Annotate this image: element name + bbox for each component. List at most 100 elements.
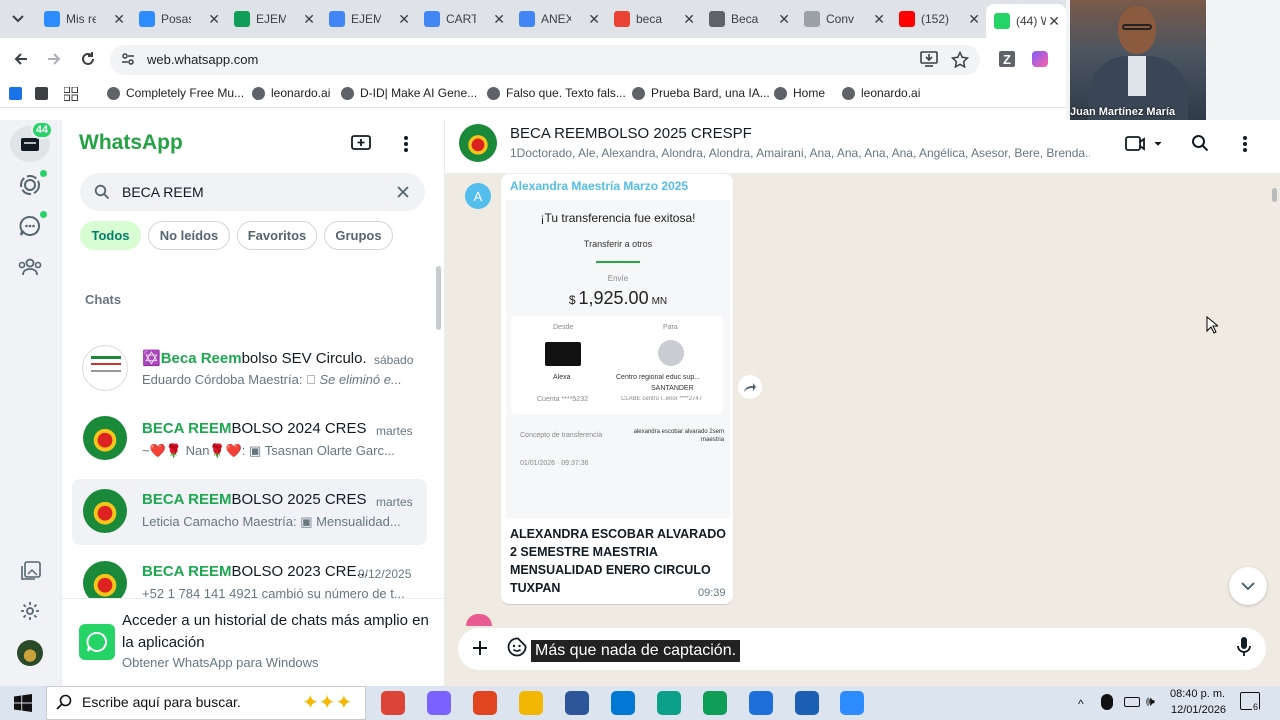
copilot-app-icon[interactable]	[427, 691, 451, 715]
sidebar-menu-button[interactable]	[400, 134, 412, 154]
close-tab-icon[interactable]: ✕	[1048, 13, 1060, 30]
preview-text: Tsasnan Olarte Garc...	[264, 443, 395, 458]
browser-tab[interactable]: Conv ✕	[796, 6, 891, 32]
channels-nav-button[interactable]	[19, 215, 41, 237]
show-hidden-icons-button[interactable]: ^	[1078, 697, 1084, 711]
doc-favicon-icon	[519, 11, 535, 27]
filter-unread[interactable]: No leídos	[148, 221, 230, 250]
close-tab-icon[interactable]: ✕	[588, 11, 600, 28]
close-tab-icon[interactable]: ✕	[113, 11, 125, 28]
url-text[interactable]: web.whatsapp.com	[147, 52, 258, 67]
browser-tab[interactable]: EJEM ✕	[226, 6, 321, 32]
bookmark-item[interactable]: leonardo.ai	[842, 86, 920, 100]
close-tab-icon[interactable]: ✕	[873, 11, 885, 28]
apps-grid-icon[interactable]	[64, 87, 78, 101]
messages-scrollbar[interactable]	[1272, 188, 1277, 202]
volume-tray-icon[interactable]: 🕪	[1146, 693, 1155, 710]
zoom-app-icon[interactable]	[840, 691, 864, 715]
close-tab-icon[interactable]: ✕	[493, 11, 505, 28]
battery-tray-icon[interactable]	[1124, 697, 1140, 707]
forward-button[interactable]	[45, 50, 63, 68]
browser-tab[interactable]: (44) W✕	[986, 4, 1066, 38]
media-player-icon[interactable]	[795, 691, 819, 715]
sidebar-scrollbar[interactable]	[436, 266, 441, 330]
bookmark-star-icon[interactable]	[951, 51, 969, 69]
promo-link[interactable]: Obtener WhatsApp para Windows	[122, 655, 319, 670]
back-button[interactable]	[12, 50, 30, 68]
forward-button[interactable]	[738, 375, 762, 399]
acrobat-app-icon[interactable]	[473, 691, 497, 715]
chat-preview: Leticia Camacho Maestría: ▣ Mensualidad.…	[142, 514, 407, 530]
close-tab-icon[interactable]: ✕	[968, 11, 980, 28]
bookmark-item[interactable]: Completely Free Mu...	[107, 86, 244, 100]
start-button[interactable]	[14, 694, 32, 712]
bookmark-label: D-ID| Make AI Gene...	[360, 86, 478, 100]
edge-app-icon[interactable]	[657, 691, 681, 715]
microphone-tray-icon[interactable]	[1101, 694, 1113, 710]
bookmark-item[interactable]: leonardo.ai	[252, 86, 330, 100]
mail-app-icon[interactable]	[611, 691, 635, 715]
group-avatar[interactable]	[459, 124, 497, 162]
browser-tab[interactable]: Beca ✕	[701, 6, 796, 32]
emoji-button[interactable]	[507, 637, 527, 657]
extension-circle-icon[interactable]	[1032, 51, 1048, 67]
image-icon: ▣	[249, 443, 262, 458]
browser-tab[interactable]: Posas ✕	[131, 6, 226, 32]
browser-tab[interactable]: beca ✕	[606, 6, 701, 32]
close-tab-icon[interactable]: ✕	[683, 11, 695, 28]
video-call-button[interactable]	[1124, 135, 1166, 153]
clock-time[interactable]: 08:40 p. m.	[1170, 688, 1225, 700]
filter-favorites[interactable]: Favoritos	[237, 221, 317, 250]
bookmark-item[interactable]: Prueba Bard, una IA...	[632, 86, 770, 100]
browser-tab[interactable]: CART ✕	[416, 6, 511, 32]
browser-tab[interactable]: ANEX ✕	[511, 6, 606, 32]
settings-nav-button[interactable]	[20, 601, 40, 621]
bookmark-label: leonardo.ai	[861, 86, 921, 100]
bookmark-item[interactable]: D-ID| Make AI Gene...	[341, 86, 477, 100]
message-caption: ALEXANDRA ESCOBAR ALVARADO 2 SEMESTRE MA…	[510, 527, 726, 595]
profile-avatar[interactable]	[17, 640, 43, 666]
bookmark-item[interactable]: Falso que. Texto fals...	[487, 86, 626, 100]
message-sender[interactable]: Alexandra Maestría Marzo 2025	[510, 179, 688, 193]
conversation-title[interactable]: BECA REEMBOLSO 2025 CRESPF	[510, 125, 752, 142]
voice-message-button[interactable]	[1236, 636, 1252, 658]
tab-title: EJEM	[351, 12, 381, 26]
chat-menu-button[interactable]	[1239, 134, 1251, 154]
clock-date[interactable]: 12/01/2026	[1171, 704, 1226, 716]
close-tab-icon[interactable]: ✕	[208, 11, 220, 28]
browser-tab[interactable]: (152) ✕	[891, 6, 986, 32]
filter-all[interactable]: Todos	[80, 221, 141, 250]
bookmark-app-dark-icon[interactable]	[35, 87, 48, 100]
install-app-icon[interactable]	[920, 51, 938, 67]
taskbar-search-input[interactable]: Escribe aquí para buscar.	[82, 694, 241, 710]
photos-app-icon[interactable]	[749, 691, 773, 715]
chrome-app-icon[interactable]	[381, 691, 405, 715]
status-nav-button[interactable]	[19, 174, 41, 196]
tab-search-button[interactable]	[8, 9, 28, 29]
filter-groups[interactable]: Grupos	[324, 221, 393, 250]
site-info-icon[interactable]	[121, 52, 135, 66]
close-tab-icon[interactable]: ✕	[778, 11, 790, 28]
receipt-image[interactable]: ¡Tu transferencia fue exitosa! Transferi…	[506, 200, 730, 518]
browser-tab[interactable]: EJEM ✕	[321, 6, 416, 32]
reload-button[interactable]	[79, 50, 97, 68]
chat-search-button[interactable]	[1191, 134, 1209, 152]
extension-z-icon[interactable]: Z	[999, 51, 1015, 67]
sender-avatar[interactable]: A	[465, 183, 491, 209]
new-chat-button[interactable]	[351, 134, 371, 152]
clear-search-button[interactable]	[396, 185, 410, 199]
bookmark-app-blue-icon[interactable]	[9, 87, 22, 100]
message-input[interactable]: Más que nada de captación.	[531, 640, 741, 662]
chrome-profile-icon[interactable]	[703, 691, 727, 715]
browser-tab[interactable]: Mis re ✕	[36, 6, 131, 32]
media-nav-button[interactable]	[21, 561, 41, 581]
scroll-to-bottom-button[interactable]	[1229, 567, 1267, 605]
attach-button[interactable]	[471, 639, 489, 657]
file-explorer-icon[interactable]	[519, 691, 543, 715]
bookmark-item[interactable]: Home	[774, 86, 825, 100]
word-app-icon[interactable]	[565, 691, 589, 715]
close-tab-icon[interactable]: ✕	[303, 11, 315, 28]
close-tab-icon[interactable]: ✕	[398, 11, 410, 28]
search-input[interactable]: BECA REEM	[122, 184, 204, 200]
communities-nav-button[interactable]	[17, 257, 43, 277]
